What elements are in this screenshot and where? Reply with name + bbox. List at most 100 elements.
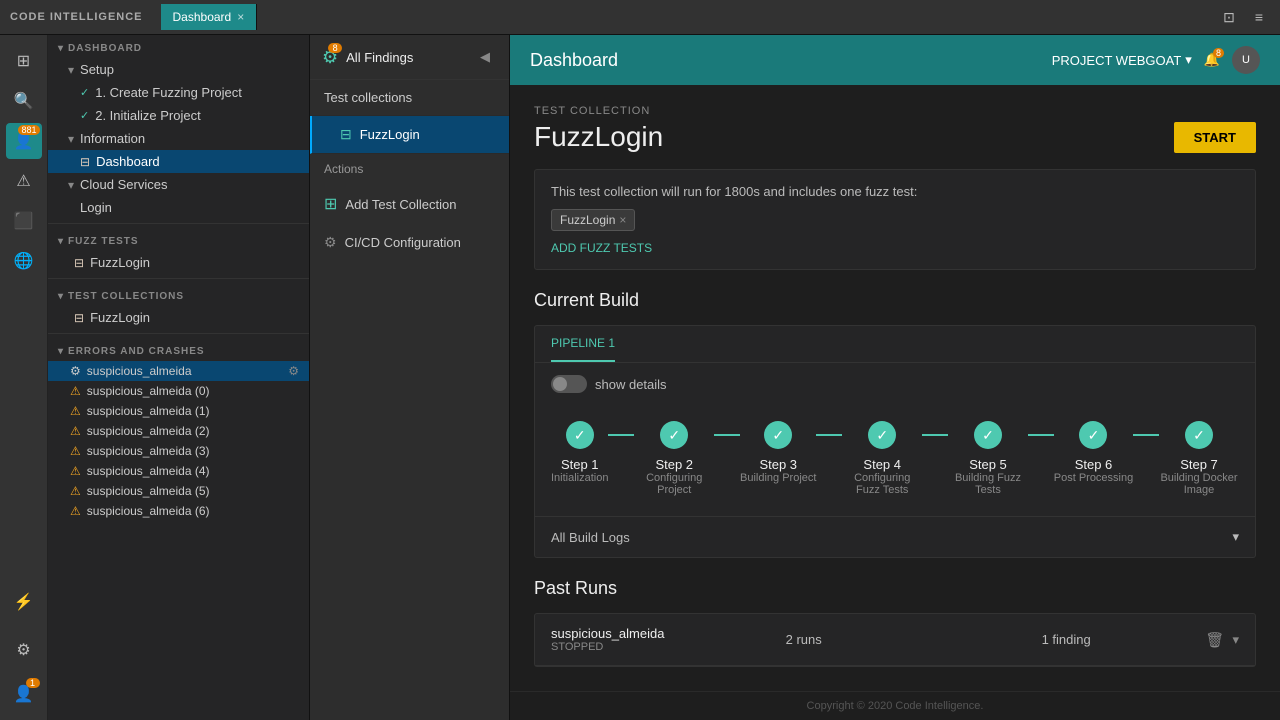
fuzz-tag: FuzzLogin × — [551, 209, 635, 231]
run-runs: 2 runs — [680, 632, 926, 647]
add-test-collection-item[interactable]: ⊞ Add Test Collection — [310, 184, 509, 224]
error-item-2[interactable]: ⚠ suspicious_almeida (2) — [48, 421, 309, 441]
warning-icon[interactable]: ⚠ — [6, 163, 42, 199]
account-icon[interactable]: 👤 1 — [6, 676, 42, 712]
error-item-1[interactable]: ⚠ suspicious_almeida (1) — [48, 401, 309, 421]
show-details-toggle[interactable] — [551, 375, 587, 393]
close-icon[interactable]: × — [237, 10, 244, 24]
caret-icon: ▾ — [58, 291, 64, 302]
run-name[interactable]: suspicious_almeida — [551, 626, 664, 641]
menu-icon[interactable]: ≡ — [1248, 6, 1270, 28]
step-7-desc: Building Docker Image — [1159, 472, 1239, 496]
build-box: PIPELINE 1 show details ✓ Step 1 Initial… — [534, 325, 1256, 558]
sidebar-item-step1[interactable]: ✓ 1. Create Fuzzing Project — [48, 81, 309, 104]
step-6-num: Step 6 — [1075, 457, 1113, 472]
lightning-icon[interactable]: ⚡ — [6, 584, 42, 620]
error-item-0[interactable]: ⚠ suspicious_almeida (0) — [48, 381, 309, 401]
page-title: FuzzLogin START — [534, 121, 1256, 153]
test-collections-item[interactable]: Test collections — [310, 80, 509, 116]
files-icon[interactable]: ⊞ — [6, 43, 42, 79]
findings-icon-wrapper: ⚙ 8 — [322, 47, 338, 68]
project-selector[interactable]: PROJECT WEBGOAT ▾ — [1052, 52, 1192, 68]
steps-wrapper: ✓ Step 1 Initialization ✓ Step 2 Configu… — [535, 405, 1255, 516]
tab-bar: Dashboard × — [161, 4, 258, 30]
warning-icon: ⚠ — [70, 424, 81, 438]
sidebar-item-dashboard[interactable]: ⊟ Dashboard — [48, 150, 309, 173]
all-build-logs-row[interactable]: All Build Logs ▾ — [535, 516, 1255, 557]
step-line-4 — [922, 434, 948, 436]
run-name-col: suspicious_almeida STOPPED — [551, 626, 664, 653]
step-5-num: Step 5 — [969, 457, 1007, 472]
user-badge: 881 — [18, 125, 39, 135]
caret-icon: ▾ — [68, 63, 74, 77]
sidebar-item-step2[interactable]: ✓ 2. Initialize Project — [48, 104, 309, 127]
sidebar-item-setup[interactable]: ▾ Setup — [48, 58, 309, 81]
notification-badge: 8 — [1213, 48, 1224, 58]
globe-icon[interactable]: 🌐 — [6, 243, 42, 279]
search-icon[interactable]: 🔍 — [6, 83, 42, 119]
pipeline-tab-1[interactable]: PIPELINE 1 — [551, 326, 615, 362]
top-bar-actions: ⊡ ≡ — [1218, 6, 1270, 28]
step-line-3 — [816, 434, 842, 436]
error-item-4[interactable]: ⚠ suspicious_almeida (4) — [48, 461, 309, 481]
layout-icon[interactable]: ⊡ — [1218, 6, 1240, 28]
step-5-desc: Building Fuzz Tests — [948, 472, 1028, 496]
fuzzlogin-item[interactable]: ⊟ FuzzLogin — [310, 116, 509, 154]
step-line-5 — [1028, 434, 1054, 436]
collapse-icon[interactable]: ◀ — [473, 45, 497, 69]
gear-icon[interactable]: ⚙ — [288, 364, 299, 378]
toggle-knob — [553, 377, 567, 391]
step-2-circle: ✓ — [660, 421, 688, 449]
extensions-icon[interactable]: ⬛ — [6, 203, 42, 239]
middle-panel: ⚙ 8 All Findings ◀ Test collections ⊟ Fu… — [310, 35, 510, 720]
step-7: ✓ Step 7 Building Docker Image — [1159, 421, 1239, 496]
notification-bell[interactable]: 🔔 8 — [1204, 52, 1220, 68]
delete-icon[interactable]: 🗑 — [1205, 631, 1224, 649]
user-icon[interactable]: 👤 881 — [6, 123, 42, 159]
step-2-desc: Configuring Project — [634, 472, 714, 496]
step-4: ✓ Step 4 Configuring Fuzz Tests — [842, 421, 922, 496]
error-item-5[interactable]: ⚠ suspicious_almeida (5) — [48, 481, 309, 501]
content-header: Dashboard PROJECT WEBGOAT ▾ 🔔 8 U — [510, 35, 1280, 85]
sidebar-item-login[interactable]: Login — [48, 196, 309, 219]
file-icon: ⊟ — [340, 126, 352, 143]
check-icon: ✓ — [80, 86, 89, 99]
error-item-main[interactable]: ⚙ suspicious_almeida ⚙ — [48, 361, 309, 381]
error-item-6[interactable]: ⚠ suspicious_almeida (6) — [48, 501, 309, 521]
sidebar-item-information[interactable]: ▾ Information — [48, 127, 309, 150]
run-row: suspicious_almeida STOPPED 2 runs 1 find… — [535, 614, 1255, 666]
sidebar-item-test-fuzzlogin[interactable]: ⊟ FuzzLogin — [48, 306, 309, 329]
warning-icon: ⚠ — [70, 484, 81, 498]
check-icon: ✓ — [80, 109, 89, 122]
settings-icon[interactable]: ⚙ — [6, 632, 42, 668]
tag-remove-icon[interactable]: × — [619, 213, 626, 227]
warning-icon: ⚠ — [70, 504, 81, 518]
error-item-3[interactable]: ⚠ suspicious_almeida (3) — [48, 441, 309, 461]
findings-badge: 8 — [328, 43, 342, 53]
run-status: STOPPED — [551, 641, 664, 653]
step-6-desc: Post Processing — [1054, 472, 1133, 484]
step-line-2 — [714, 434, 740, 436]
step-1-desc: Initialization — [551, 472, 608, 484]
sidebar-item-cloud[interactable]: ▾ Cloud Services — [48, 173, 309, 196]
cicd-item[interactable]: ⚙ CI/CD Configuration — [310, 224, 509, 261]
errors-section-header: ▾ ERRORS AND CRASHES — [48, 338, 309, 361]
caret-icon: ▾ — [58, 43, 64, 54]
all-findings-label[interactable]: All Findings — [346, 50, 413, 65]
sidebar-item-fuzzlogin[interactable]: ⊟ FuzzLogin — [48, 251, 309, 274]
expand-icon[interactable]: ▾ — [1232, 632, 1239, 648]
account-badge: 1 — [26, 678, 40, 688]
warning-icon: ⚠ — [70, 464, 81, 478]
step-2: ✓ Step 2 Configuring Project — [634, 421, 714, 496]
step-3: ✓ Step 3 Building Project — [740, 421, 816, 484]
dashboard-icon: ⊟ — [80, 155, 90, 169]
start-button[interactable]: START — [1174, 122, 1256, 153]
content-title: Dashboard — [530, 50, 618, 71]
step-1-num: Step 1 — [561, 457, 599, 472]
step-5: ✓ Step 5 Building Fuzz Tests — [948, 421, 1028, 496]
dashboard-section-header: ▾ DASHBOARD — [48, 35, 309, 58]
add-fuzz-link[interactable]: ADD FUZZ TESTS — [551, 241, 1239, 255]
dashboard-tab[interactable]: Dashboard × — [161, 4, 258, 30]
main-content: Dashboard PROJECT WEBGOAT ▾ 🔔 8 U TEST C… — [510, 35, 1280, 720]
step-4-circle: ✓ — [868, 421, 896, 449]
